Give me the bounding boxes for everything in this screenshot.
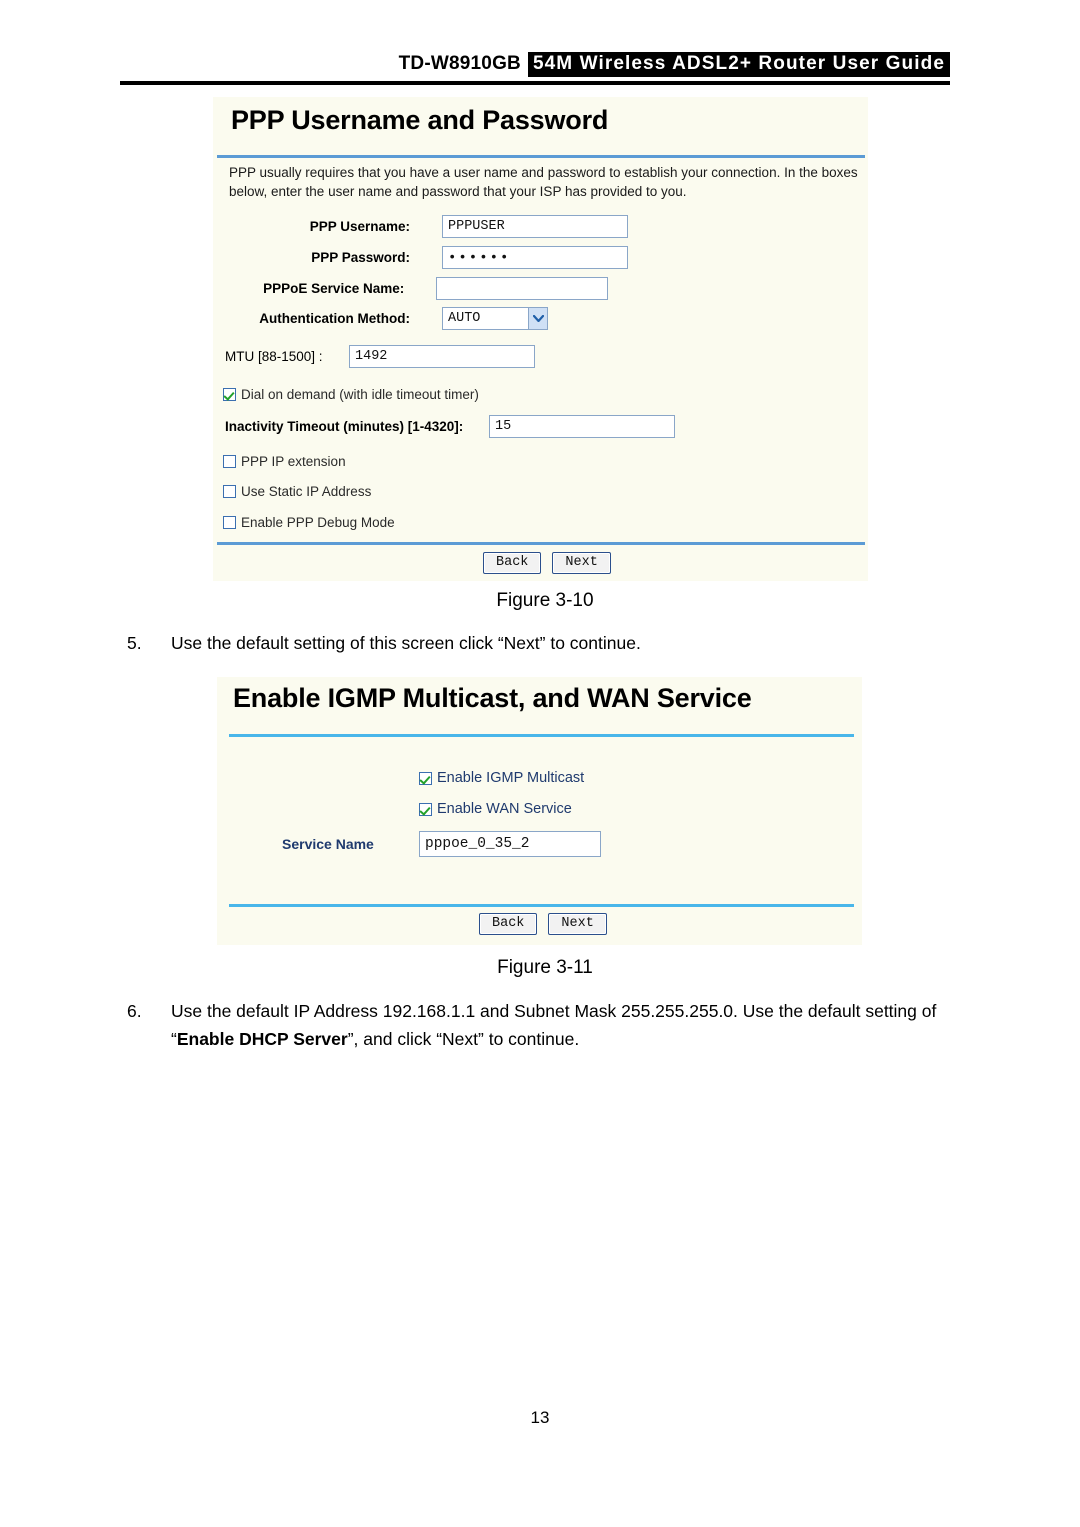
- ppp-intro-text: PPP usually requires that you have a use…: [229, 165, 858, 199]
- igmp-panel-rule-bottom: [229, 904, 854, 907]
- figure-caption-3-10: Figure 3-10: [496, 590, 594, 611]
- pppoe-service-name-label: PPPoE Service Name:: [263, 281, 405, 296]
- igmp-next-button[interactable]: Next: [548, 913, 607, 935]
- enable-wan-service-checkbox-row[interactable]: Enable WAN Service: [419, 801, 572, 817]
- inactivity-timeout-row: Inactivity Timeout (minutes) [1-4320]: 1…: [219, 415, 699, 438]
- running-header: TD-W8910GB 54M Wireless ADSL2+ Router Us…: [120, 52, 950, 85]
- page-number: 13: [530, 1408, 550, 1427]
- authentication-method-select[interactable]: AUTO: [442, 307, 548, 330]
- ppp-password-label: PPP Password:: [311, 250, 410, 265]
- step-5-number: 5.: [127, 633, 142, 653]
- step-6-bold-term: Enable DHCP Server: [176, 1029, 348, 1049]
- use-static-ip-checkbox-row[interactable]: Use Static IP Address: [223, 484, 371, 499]
- enable-igmp-multicast-checkbox-row[interactable]: Enable IGMP Multicast: [419, 770, 584, 786]
- header-text-line: TD-W8910GB 54M Wireless ADSL2+ Router Us…: [120, 52, 950, 77]
- header-model-name: TD-W8910GB: [398, 53, 521, 74]
- ppp-ip-extension-checkbox-row[interactable]: PPP IP extension: [223, 454, 346, 469]
- enable-igmp-multicast-label: Enable IGMP Multicast: [437, 770, 585, 786]
- igmp-service-name-label: Service Name: [282, 836, 374, 852]
- mtu-input[interactable]: 1492: [349, 345, 535, 368]
- step-5-text: Use the default setting of this screen c…: [171, 633, 641, 653]
- ppp-debug-mode-checkbox[interactable]: [223, 516, 236, 529]
- authentication-method-label: Authentication Method:: [259, 311, 410, 326]
- inactivity-timeout-label: Inactivity Timeout (minutes) [1-4320]:: [225, 419, 464, 434]
- authentication-method-row: Authentication Method: AUTO: [228, 307, 608, 330]
- step-6: 6. Use the default IP Address 192.168.1.…: [127, 997, 941, 1053]
- mtu-row: MTU [88-1500] : 1492: [219, 345, 639, 368]
- step-5: 5. Use the default setting of this scree…: [127, 629, 941, 657]
- ppp-ip-extension-label: PPP IP extension: [241, 454, 346, 469]
- enable-wan-service-checkbox[interactable]: [419, 802, 432, 816]
- panel-title-igmp: Enable IGMP Multicast, and WAN Service: [233, 683, 752, 713]
- ppp-password-row: PPP Password: ••••••: [260, 246, 640, 269]
- figure-caption-3-11: Figure 3-11: [497, 957, 593, 978]
- pppoe-service-name-row: PPPoE Service Name:: [228, 277, 608, 300]
- panel-title-ppp: PPP Username and Password: [231, 105, 609, 135]
- igmp-button-row: Back Next: [479, 913, 607, 935]
- use-static-ip-checkbox[interactable]: [223, 485, 236, 498]
- step-6-text: Use the default IP Address 192.168.1.1 a…: [171, 997, 941, 1053]
- ppp-username-input[interactable]: PPPUSER: [442, 215, 628, 238]
- dial-on-demand-checkbox-row[interactable]: Dial on demand (with idle timeout timer): [223, 387, 479, 402]
- back-button[interactable]: Back: [483, 552, 542, 574]
- igmp-panel-rule-top: [229, 734, 854, 737]
- ppp-password-input[interactable]: ••••••: [442, 246, 628, 269]
- step-6-text-part2: ”, and click “Next” to continue.: [347, 1029, 580, 1049]
- ppp-debug-mode-checkbox-row[interactable]: Enable PPP Debug Mode: [223, 515, 395, 530]
- panel-rule-top: [217, 155, 865, 158]
- use-static-ip-label: Use Static IP Address: [241, 484, 372, 499]
- igmp-back-button[interactable]: Back: [479, 913, 538, 935]
- header-guide-title: 54M Wireless ADSL2+ Router User Guide: [527, 52, 950, 77]
- igmp-wan-service-panel: Enable IGMP Multicast, and WAN Service E…: [217, 677, 862, 945]
- mtu-label: MTU [88-1500] :: [225, 349, 323, 364]
- panel-rule-bottom: [217, 542, 865, 545]
- dial-on-demand-checkbox[interactable]: [223, 388, 236, 401]
- enable-igmp-multicast-checkbox[interactable]: [419, 771, 432, 785]
- igmp-service-name-row: Service Name pppoe_0_35_2: [282, 831, 802, 857]
- dial-on-demand-label: Dial on demand (with idle timeout timer): [241, 387, 479, 402]
- ppp-username-row: PPP Username: PPPUSER: [260, 215, 640, 238]
- next-button[interactable]: Next: [552, 552, 611, 574]
- step-6-number: 6.: [127, 1001, 142, 1021]
- document-page: TD-W8910GB 54M Wireless ADSL2+ Router Us…: [0, 0, 1080, 1527]
- ppp-username-label: PPP Username:: [309, 219, 410, 234]
- ppp-username-password-panel: PPP Username and Password PPP usually re…: [213, 97, 868, 581]
- header-divider-rule: [120, 81, 950, 85]
- ppp-debug-mode-label: Enable PPP Debug Mode: [241, 515, 395, 530]
- pppoe-service-name-input[interactable]: [436, 277, 608, 300]
- authentication-method-value: AUTO: [448, 311, 481, 326]
- enable-wan-service-label: Enable WAN Service: [437, 801, 572, 817]
- igmp-service-name-input[interactable]: pppoe_0_35_2: [419, 831, 601, 857]
- ppp-button-row: Back Next: [483, 552, 611, 574]
- ppp-ip-extension-checkbox[interactable]: [223, 455, 236, 468]
- inactivity-timeout-input[interactable]: 15: [489, 415, 675, 438]
- chevron-down-icon[interactable]: [528, 308, 547, 329]
